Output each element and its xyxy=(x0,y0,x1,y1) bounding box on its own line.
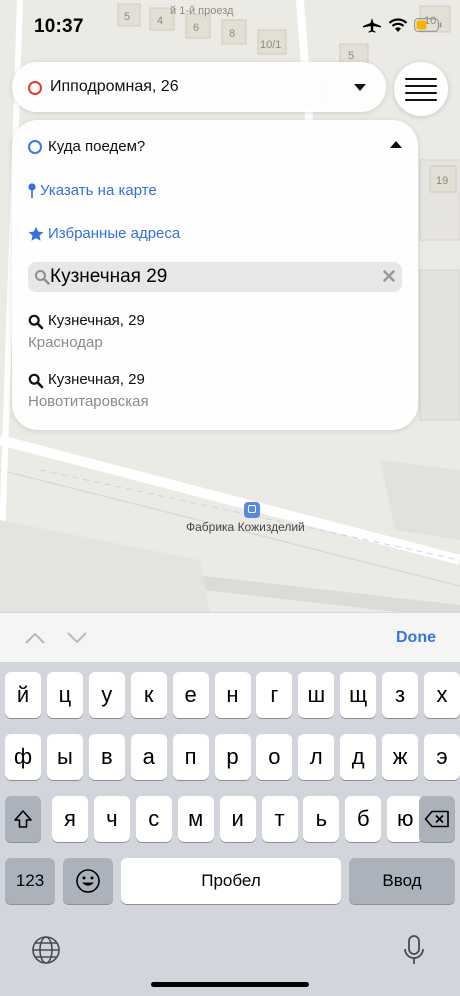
enter-key[interactable]: Ввод xyxy=(349,858,455,904)
key-г[interactable]: г xyxy=(256,672,293,718)
favorites-label: Избранные адреса xyxy=(48,225,181,242)
hamburger-icon xyxy=(405,78,437,81)
search-query: Кузнечная 29 xyxy=(50,266,168,287)
key-е[interactable]: е xyxy=(172,672,209,718)
key-б[interactable]: б xyxy=(345,796,382,842)
key-ж[interactable]: ж xyxy=(382,734,419,780)
key-а[interactable]: а xyxy=(130,734,167,780)
favorites-link[interactable]: Избранные адреса xyxy=(28,225,180,242)
status-bar: 10:37 xyxy=(0,0,460,56)
key-щ[interactable]: щ xyxy=(340,672,377,718)
microphone-icon[interactable] xyxy=(402,934,426,968)
done-button[interactable]: Done xyxy=(396,629,436,647)
globe-icon[interactable] xyxy=(30,934,62,966)
clear-icon[interactable] xyxy=(382,269,396,283)
key-ь[interactable]: ь xyxy=(303,796,340,842)
emoji-icon xyxy=(76,869,100,893)
pin-icon xyxy=(28,182,36,198)
chevron-down-icon[interactable] xyxy=(66,631,88,645)
search-icon xyxy=(28,373,44,389)
result-title: Кузнечная, 29 xyxy=(48,371,145,388)
key-з[interactable]: з xyxy=(382,672,419,718)
key-ю[interactable]: ю xyxy=(387,796,424,842)
search-icon xyxy=(35,270,50,285)
keyboard-accessory-bar: Done xyxy=(0,612,460,662)
pick-on-map-label: Указать на карте xyxy=(40,182,157,199)
menu-button[interactable] xyxy=(394,62,448,116)
destination-marker-icon xyxy=(28,140,42,154)
result-subtitle: Новотитаровская xyxy=(28,393,149,410)
key-я[interactable]: я xyxy=(52,796,88,842)
result-title: Кузнечная, 29 xyxy=(48,312,145,329)
key-н[interactable]: н xyxy=(214,672,251,718)
destination-panel: Куда поедем? Указать на карте Избранные … xyxy=(12,120,418,430)
key-м[interactable]: м xyxy=(177,796,214,842)
battery-icon xyxy=(414,18,442,32)
wifi-icon xyxy=(388,17,408,32)
chevron-up-icon[interactable] xyxy=(390,141,402,148)
key-ш[interactable]: ш xyxy=(298,672,335,718)
airplane-icon xyxy=(363,18,381,33)
search-result-item[interactable]: Кузнечная, 29 Краснодар xyxy=(28,312,328,356)
hamburger-icon xyxy=(405,92,437,95)
key-э[interactable]: э xyxy=(424,734,460,780)
key-к[interactable]: к xyxy=(130,672,167,718)
backspace-key[interactable] xyxy=(419,796,455,842)
key-п[interactable]: п xyxy=(172,734,209,780)
star-icon xyxy=(28,226,44,241)
result-subtitle: Краснодар xyxy=(28,334,103,351)
key-и[interactable]: и xyxy=(219,796,256,842)
home-indicator xyxy=(151,982,309,987)
search-icon xyxy=(28,314,44,330)
chevron-up-icon[interactable] xyxy=(24,631,46,645)
key-ч[interactable]: ч xyxy=(93,796,130,842)
search-result-item[interactable]: Кузнечная, 29 Новотитаровская xyxy=(28,371,328,415)
pick-on-map-link[interactable]: Указать на карте xyxy=(28,182,157,199)
key-у[interactable]: у xyxy=(88,672,125,718)
keyboard: йцукенгшщзх фывапролджэ ячсмитьбю 123 Пр… xyxy=(0,662,460,996)
key-р[interactable]: р xyxy=(214,734,251,780)
key-с[interactable]: с xyxy=(135,796,172,842)
status-time: 10:37 xyxy=(34,16,84,37)
house-number: 19 xyxy=(436,175,448,187)
from-address-field[interactable]: Ипподромная, 26 xyxy=(12,62,386,112)
emoji-key[interactable] xyxy=(63,858,113,904)
poi-label: Фабрика Кожизделий xyxy=(186,520,305,534)
status-icons xyxy=(362,17,442,33)
shift-icon xyxy=(14,810,32,828)
space-key[interactable]: Пробел xyxy=(121,858,341,904)
origin-marker-icon xyxy=(28,81,42,95)
key-д[interactable]: д xyxy=(340,734,377,780)
key-х[interactable]: х xyxy=(424,672,460,718)
destination-search-input[interactable]: Кузнечная 29 xyxy=(28,262,402,292)
hamburger-icon xyxy=(405,85,437,88)
hamburger-icon xyxy=(405,99,437,102)
key-в[interactable]: в xyxy=(88,734,125,780)
from-address-text: Ипподромная, 26 xyxy=(50,78,179,95)
chevron-down-icon[interactable] xyxy=(354,84,366,91)
backspace-icon xyxy=(424,810,449,828)
shift-key[interactable] xyxy=(5,796,41,842)
key-о[interactable]: о xyxy=(256,734,293,780)
bus-stop-icon[interactable] xyxy=(244,502,260,518)
key-л[interactable]: л xyxy=(298,734,335,780)
key-ы[interactable]: ы xyxy=(46,734,83,780)
key-ц[interactable]: ц xyxy=(46,672,83,718)
key-ф[interactable]: ф xyxy=(5,734,41,780)
numbers-key[interactable]: 123 xyxy=(5,858,55,904)
key-т[interactable]: т xyxy=(261,796,298,842)
key-й[interactable]: й xyxy=(5,672,41,718)
destination-prompt[interactable]: Куда поедем? xyxy=(48,138,145,155)
